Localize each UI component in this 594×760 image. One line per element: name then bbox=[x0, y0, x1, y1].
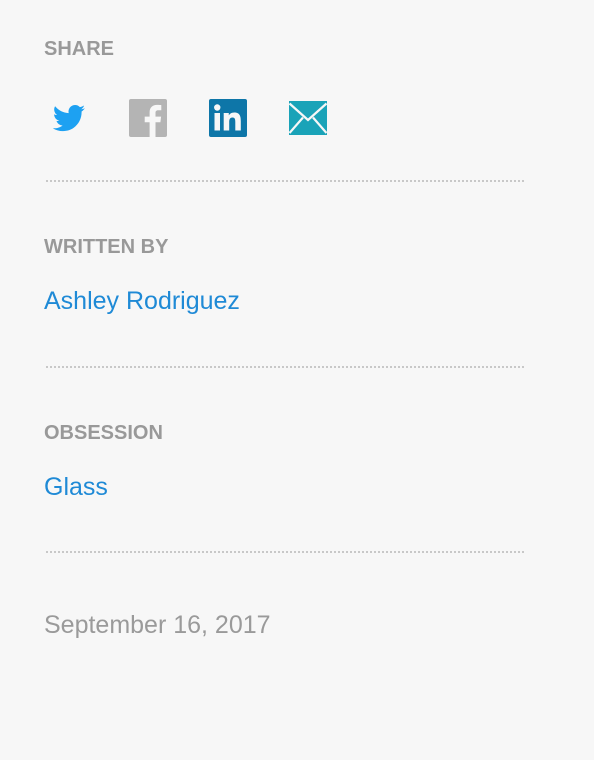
share-icons-row bbox=[48, 98, 368, 138]
linkedin-share-button[interactable] bbox=[208, 98, 248, 138]
publish-date: September 16, 2017 bbox=[44, 611, 271, 639]
twitter-share-button[interactable] bbox=[48, 98, 88, 138]
facebook-icon bbox=[129, 99, 167, 137]
obsession-heading: OBSESSION bbox=[44, 422, 163, 444]
linkedin-icon bbox=[209, 99, 247, 137]
author-link[interactable]: Ashley Rodriguez bbox=[44, 286, 240, 316]
share-heading: SHARE bbox=[44, 38, 115, 60]
written-by-heading: WRITTEN BY bbox=[44, 236, 169, 258]
email-icon bbox=[288, 101, 328, 135]
divider bbox=[46, 366, 524, 368]
facebook-share-button[interactable] bbox=[128, 98, 168, 138]
obsession-link[interactable]: Glass bbox=[44, 472, 108, 502]
divider bbox=[46, 551, 524, 553]
twitter-icon bbox=[52, 105, 86, 132]
email-share-button[interactable] bbox=[288, 98, 328, 138]
divider bbox=[46, 180, 524, 182]
